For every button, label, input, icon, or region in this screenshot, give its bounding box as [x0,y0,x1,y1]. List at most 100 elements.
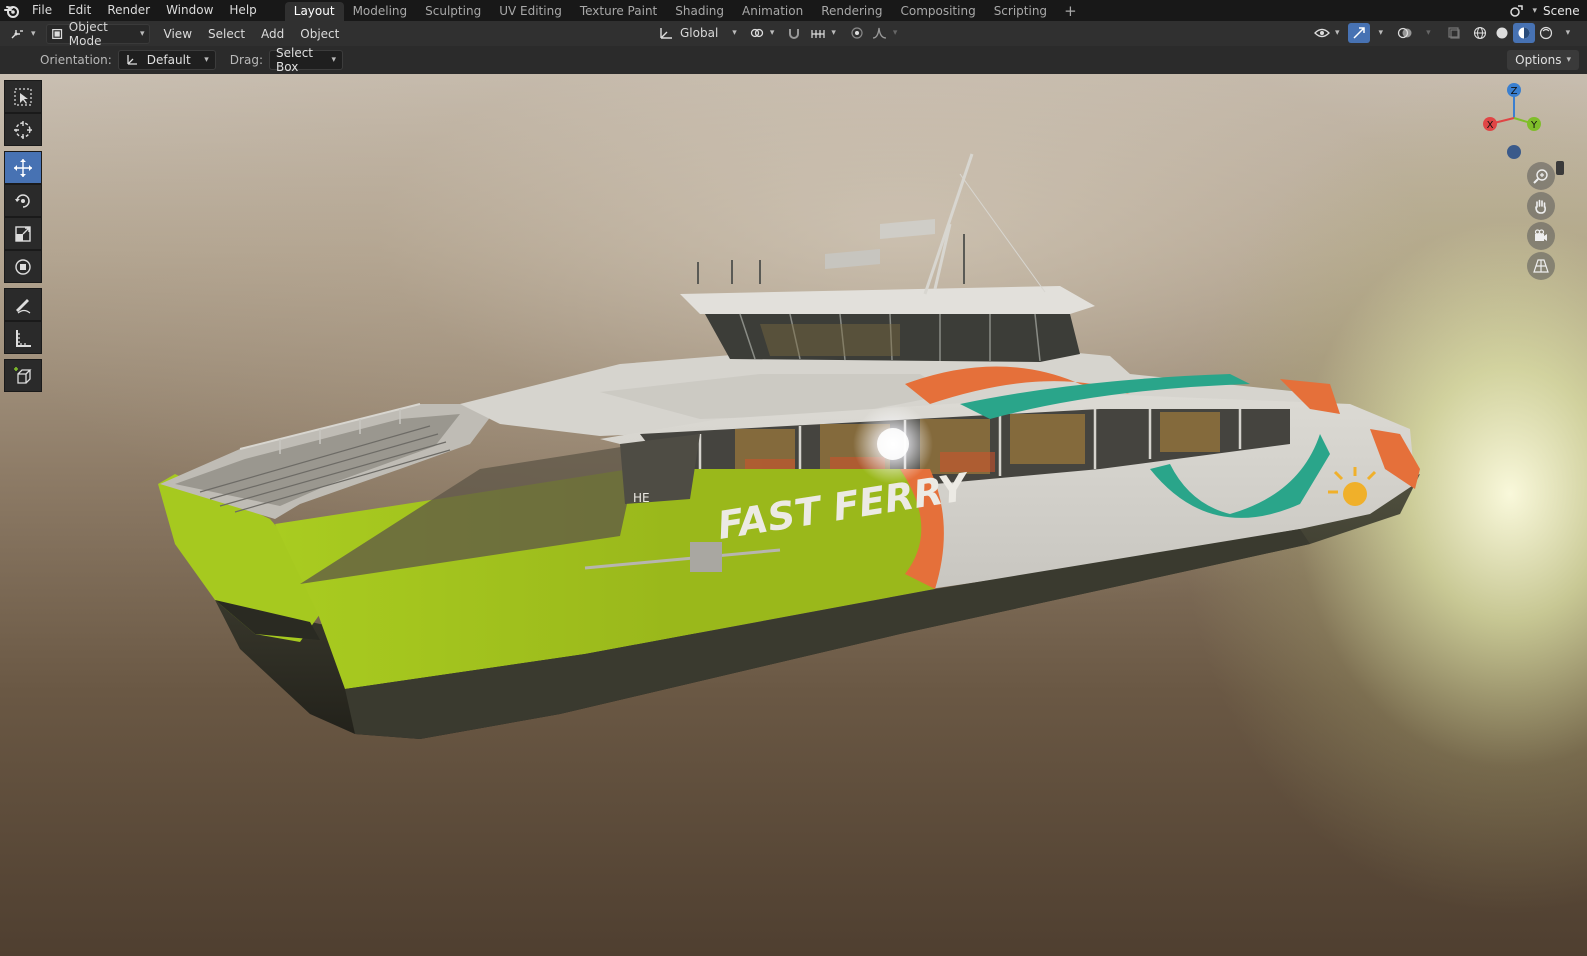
ferry-model: FAST FERRY HE [158,153,1420,739]
object-mode-dropdown[interactable]: Object Mode ▾ [45,20,150,48]
snap-increment-icon [811,30,825,38]
chevron-down-icon: ▾ [1566,55,1571,65]
chevron-down-icon: ▾ [769,28,775,38]
left-toolbar [4,80,44,392]
orientation-axes-icon [127,55,137,65]
grid-perspective-icon [1533,259,1549,273]
chevron-down-icon: ▾ [31,28,36,39]
transform-orientation-label: Global [680,26,719,40]
object-mode-label: Object Mode [68,19,108,48]
gizmo-toggle[interactable] [1347,23,1370,43]
gizmo-x-label: X [1487,120,1494,131]
tab-scripting[interactable]: Scripting [985,2,1056,21]
solid-shading-button[interactable] [1491,23,1513,43]
editor-type-dropdown[interactable]: ▾ [6,24,40,44]
sidebar-toggle-tab[interactable] [1556,161,1564,175]
menu-add[interactable]: Add [253,24,292,44]
menu-select[interactable]: Select [200,24,253,44]
scale-icon [15,225,31,242]
overlays-dropdown[interactable]: ▾ [1417,23,1435,43]
falloff-curve-icon [872,27,886,39]
pan-button[interactable] [1527,192,1555,220]
menu-file[interactable]: File [24,0,60,21]
proportional-edit-icon [851,27,863,39]
menu-help[interactable]: Help [221,0,264,21]
zoom-button[interactable] [1527,162,1555,190]
add-workspace-button[interactable]: + [1056,2,1085,21]
object-mode-icon [51,28,62,39]
menu-object[interactable]: Object [292,24,347,44]
xray-toggle[interactable] [1443,23,1465,43]
gizmo-dropdown[interactable]: ▾ [1370,23,1388,43]
hull-small-text: HE [633,491,650,505]
tool-scale[interactable] [4,217,42,250]
menu-window[interactable]: Window [158,0,221,21]
tab-texture-paint[interactable]: Texture Paint [571,2,666,21]
chevron-down-icon: ▾ [140,28,145,39]
transform-orientation-dropdown[interactable]: Global ▾ [654,23,741,43]
3d-viewport[interactable]: FAST FERRY HE Z X Y [0,74,1587,956]
tab-shading[interactable]: Shading [666,2,733,21]
camera-icon [1534,229,1547,241]
tool-annotate[interactable] [4,288,42,321]
chevron-down-icon: ▾ [1565,28,1571,38]
drag-dropdown[interactable]: Select Box ▾ [268,46,343,74]
toggle-perspective-button[interactable] [1527,252,1555,280]
tab-uv-editing[interactable]: UV Editing [490,2,571,21]
object-visibility-dropdown[interactable]: ▾ [1310,23,1344,43]
pivot-point-dropdown[interactable]: ▾ [745,23,779,43]
solid-sphere-icon [1496,27,1508,39]
tool-move[interactable] [4,151,42,184]
proportional-edit-toggle[interactable] [846,23,868,43]
tab-compositing[interactable]: Compositing [891,2,984,21]
select-box-icon [14,87,32,106]
wireframe-shading-button[interactable] [1469,23,1491,43]
tool-cursor[interactable] [4,113,42,146]
snap-target-dropdown[interactable]: ▾ [806,23,840,43]
add-cube-icon [14,366,32,384]
shading-options-dropdown[interactable]: ▾ [1557,23,1575,43]
hand-icon [1535,199,1546,214]
menu-edit[interactable]: Edit [60,0,99,21]
camera-view-button[interactable] [1527,222,1555,250]
tab-layout[interactable]: Layout [284,2,344,21]
tab-sculpting[interactable]: Sculpting [416,2,490,21]
snap-toggle[interactable] [782,23,806,43]
tool-select-box[interactable] [4,80,42,113]
gizmo-z-label: Z [1511,86,1518,97]
tool-settings-bar: Orientation: Default ▾ Drag: Select Box … [0,46,1587,74]
chevron-down-icon: ▾ [1378,28,1384,38]
gizmo-arrow-icon [1353,27,1365,39]
chevron-down-icon: ▾ [1426,28,1431,38]
options-dropdown[interactable]: Options ▾ [1507,50,1579,70]
chevron-down-icon: ▾ [204,55,209,65]
top-menu-bar: File Edit Render Window Help Layout Mode… [0,0,1587,21]
proportional-falloff-dropdown[interactable]: ▾ [868,23,902,43]
gizmo-neg-z[interactable] [1507,145,1521,159]
tab-rendering[interactable]: Rendering [812,2,891,21]
tab-modeling[interactable]: Modeling [344,2,417,21]
overlays-icon [1397,27,1412,39]
material-preview-shading-button[interactable] [1512,23,1535,43]
tool-rotate[interactable] [4,184,42,217]
scene-icon[interactable] [1507,2,1525,20]
material-sphere-icon [1518,27,1530,39]
menu-view[interactable]: View [156,24,200,44]
tool-add-cube[interactable] [4,359,42,392]
rendered-sphere-icon [1539,26,1552,40]
scene-name[interactable]: Scene [1537,4,1587,18]
xray-icon [1447,27,1460,39]
tab-animation[interactable]: Animation [733,2,812,21]
navigation-gizmo[interactable]: Z X Y [1474,80,1554,160]
blender-logo-icon[interactable] [0,0,24,21]
move-icon [14,158,32,177]
tool-transform[interactable] [4,250,42,283]
orientation-dropdown[interactable]: Default ▾ [117,50,216,70]
wireframe-sphere-icon [1473,26,1486,40]
measure-ruler-icon [16,329,31,347]
rendered-shading-button[interactable] [1535,23,1557,43]
overlays-toggle[interactable] [1393,23,1417,43]
menu-render[interactable]: Render [99,0,158,21]
cursor-icon [14,120,32,139]
tool-measure[interactable] [4,321,42,354]
